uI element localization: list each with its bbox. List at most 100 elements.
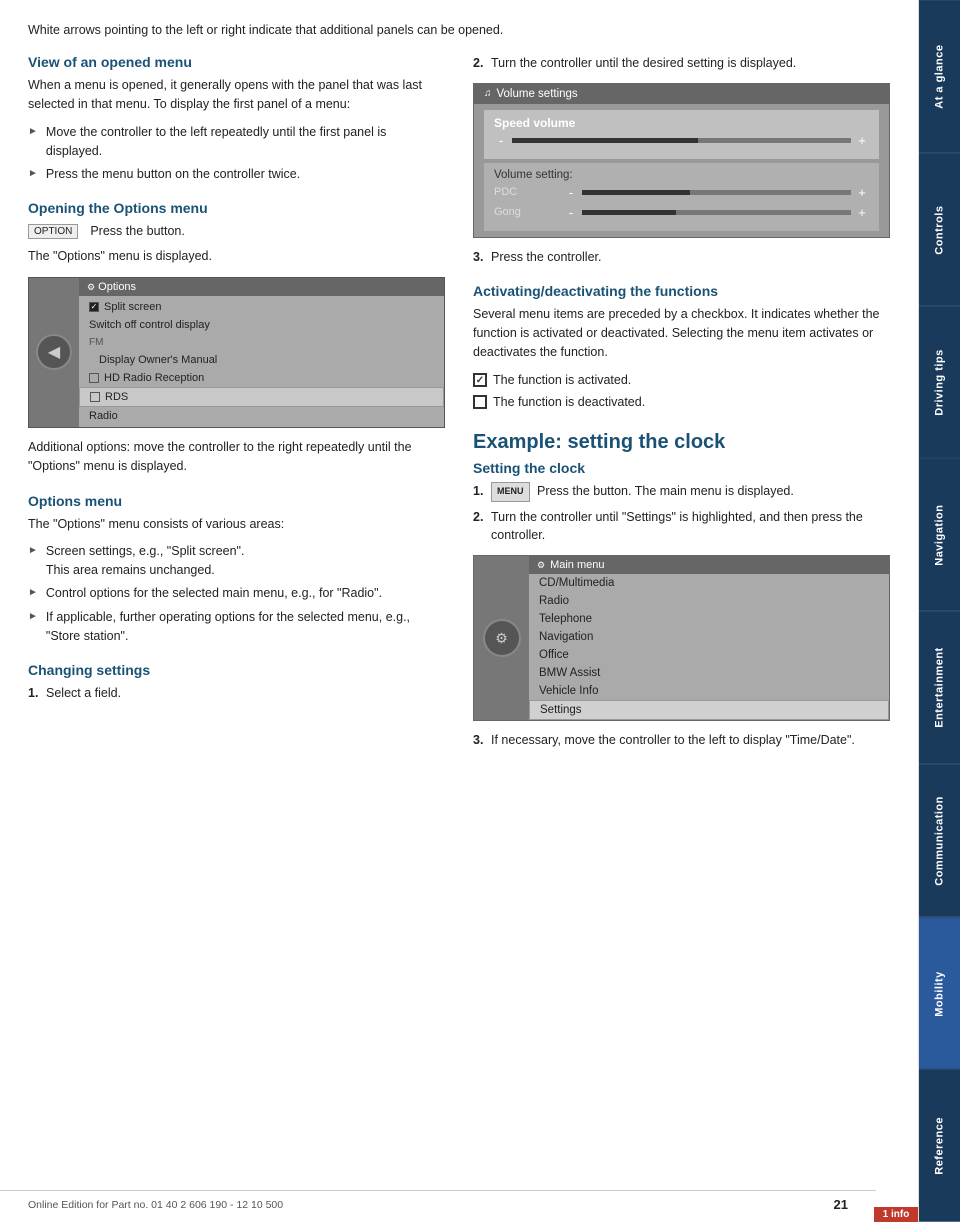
option-row-switch: Switch off control display <box>79 316 444 334</box>
bullet-item: ► Press the menu button on the controlle… <box>28 165 445 184</box>
bullet-text: If applicable, further operating options… <box>46 608 445 646</box>
section-label-text: FM <box>89 337 103 348</box>
deactivated-text: The function is deactivated. <box>493 395 645 409</box>
option-label: Display Owner's Manual <box>99 354 217 366</box>
mm-row-office: Office <box>529 646 889 664</box>
bullet-arrow-icon: ► <box>28 609 38 624</box>
slider-track <box>512 138 851 143</box>
controller-icon: ◀ <box>36 334 72 370</box>
plus-icon: + <box>855 133 869 148</box>
options-screenshot: ◀ ⚙ Options ✓ Split screen <box>28 277 445 428</box>
minus-icon: - <box>564 185 578 200</box>
option-row-radio: Radio <box>79 407 444 425</box>
mm-row-vehicle: Vehicle Info <box>529 682 889 700</box>
speed-volume-slider: - + <box>494 133 869 148</box>
main-menu-screenshot: ⚙ ⚙ Main menu CD/Multimedia Radio Teleph… <box>473 555 890 721</box>
bullet-arrow-icon: ► <box>28 585 38 600</box>
section-view-heading: View of an opened menu <box>28 54 445 70</box>
option-label: Switch off control display <box>89 319 210 331</box>
sidebar-tab-at-a-glance[interactable]: At a glance <box>919 0 960 153</box>
options-displayed-text: The "Options" menu is displayed. <box>28 247 445 266</box>
sidebar-tab-reference[interactable]: Reference <box>919 1069 960 1222</box>
slider-fill <box>582 210 676 215</box>
sidebar-tab-communication[interactable]: Communication <box>919 764 960 917</box>
bullet-text: Control options for the selected main me… <box>46 584 382 603</box>
slider-fill <box>512 138 698 143</box>
option-row-hd: HD Radio Reception <box>79 369 444 387</box>
example-heading: Example: setting the clock <box>473 431 890 454</box>
option-label: Split screen <box>104 301 161 313</box>
section-options-heading: Opening the Options menu <box>28 200 445 216</box>
bullet-text: Move the controller to the left repeated… <box>46 123 445 161</box>
intro-text: White arrows pointing to the left or rig… <box>28 20 890 40</box>
sidebar-tab-controls[interactable]: Controls <box>919 153 960 306</box>
bullet-text: Press the menu button on the controller … <box>46 165 300 184</box>
example-step-1: 1. MENU Press the button. The main menu … <box>473 482 890 502</box>
volume-title-text: Volume settings <box>497 88 578 100</box>
activated-checkbox: The function is activated. <box>473 373 631 387</box>
sidebar-tab-navigation[interactable]: Navigation <box>919 458 960 611</box>
step-number: 2. <box>473 54 491 73</box>
mm-title-text: Main menu <box>550 559 604 571</box>
main-menu-body: CD/Multimedia Radio Telephone Navigation… <box>529 574 889 720</box>
step-text: Select a field. <box>46 684 121 703</box>
gong-label: Gong <box>494 206 564 218</box>
bullet-arrow-icon: ► <box>28 166 38 181</box>
gong-row: Gong - + <box>494 205 869 220</box>
volume-icon: ♫ <box>484 88 492 99</box>
info-badge: 1 info <box>874 1207 918 1222</box>
sidebar-tab-driving-tips[interactable]: Driving tips <box>919 306 960 459</box>
setting-clock-heading: Setting the clock <box>473 460 890 476</box>
activate-body-text: Several menu items are preceded by a che… <box>473 305 890 363</box>
section-options-menu-heading: Options menu <box>28 493 445 509</box>
bullet-item: ► Control options for the selected main … <box>28 584 445 603</box>
section-activate-heading: Activating/deactivating the functions <box>473 283 890 299</box>
additional-options-text: Additional options: move the controller … <box>28 438 445 477</box>
speed-volume-label: Speed volume <box>494 116 869 130</box>
options-title-text: Options <box>98 281 136 293</box>
numbered-step-1: 1. Select a field. <box>28 684 445 703</box>
step-text: Turn the controller until "Settings" is … <box>491 508 890 546</box>
option-row-rds: RDS <box>79 387 444 407</box>
chapter-sidebar: At a glance Controls Driving tips Naviga… <box>918 0 960 1222</box>
minus-icon: - <box>564 205 578 220</box>
option-button: OPTION <box>28 224 78 239</box>
gong-slider: - + <box>564 205 869 220</box>
deactivated-status: The function is deactivated. <box>473 395 890 413</box>
bullet-sub-text: This area remains unchanged. <box>46 561 245 580</box>
numbered-step-2a: 2. Turn the controller until the desired… <box>473 54 890 73</box>
option-label: HD Radio Reception <box>104 372 204 384</box>
bullet-item: ► Screen settings, e.g., "Split screen".… <box>28 542 445 580</box>
volume-body: Speed volume - + <box>474 104 889 237</box>
speed-volume-row: - + <box>494 133 869 148</box>
mm-settings-icon-panel: ⚙ <box>474 556 529 720</box>
option-row-manual: Display Owner's Manual <box>79 351 444 369</box>
numbered-step-3a: 3. Press the controller. <box>473 248 890 267</box>
mm-row-telephone: Telephone <box>529 610 889 628</box>
bullet-text: Screen settings, e.g., "Split screen". <box>46 544 245 558</box>
slider-track <box>582 190 851 195</box>
sidebar-tab-mobility[interactable]: Mobility <box>919 917 960 1070</box>
step-number: 3. <box>473 248 491 267</box>
empty-box-icon <box>473 395 487 409</box>
mm-row-navigation: Navigation <box>529 628 889 646</box>
main-menu-titlebar: ⚙ Main menu <box>529 556 889 574</box>
step-number: 2. <box>473 508 491 527</box>
step-number: 1. <box>28 684 46 703</box>
option-row-fm: FM <box>79 334 444 351</box>
options-menu-body: ✓ Split screen Switch off control displa… <box>79 296 444 427</box>
checkbox-empty-icon <box>89 373 99 383</box>
sidebar-tab-entertainment[interactable]: Entertainment <box>919 611 960 764</box>
plus-icon: + <box>855 185 869 200</box>
section-view-body: When a menu is opened, it generally open… <box>28 76 445 115</box>
option-row-split: ✓ Split screen <box>79 298 444 316</box>
mm-row-settings: Settings <box>529 700 889 720</box>
mm-icon: ⚙ <box>537 560 545 571</box>
options-icon: ⚙ <box>87 282 95 292</box>
page-footer: Online Edition for Part no. 01 40 2 606 … <box>0 1190 876 1212</box>
plus-icon: + <box>855 205 869 220</box>
example-step-3: 3. If necessary, move the controller to … <box>473 731 890 750</box>
mm-row-cd: CD/Multimedia <box>529 574 889 592</box>
press-button-text: Press the button. <box>90 222 185 241</box>
step-text: If necessary, move the controller to the… <box>491 731 855 750</box>
